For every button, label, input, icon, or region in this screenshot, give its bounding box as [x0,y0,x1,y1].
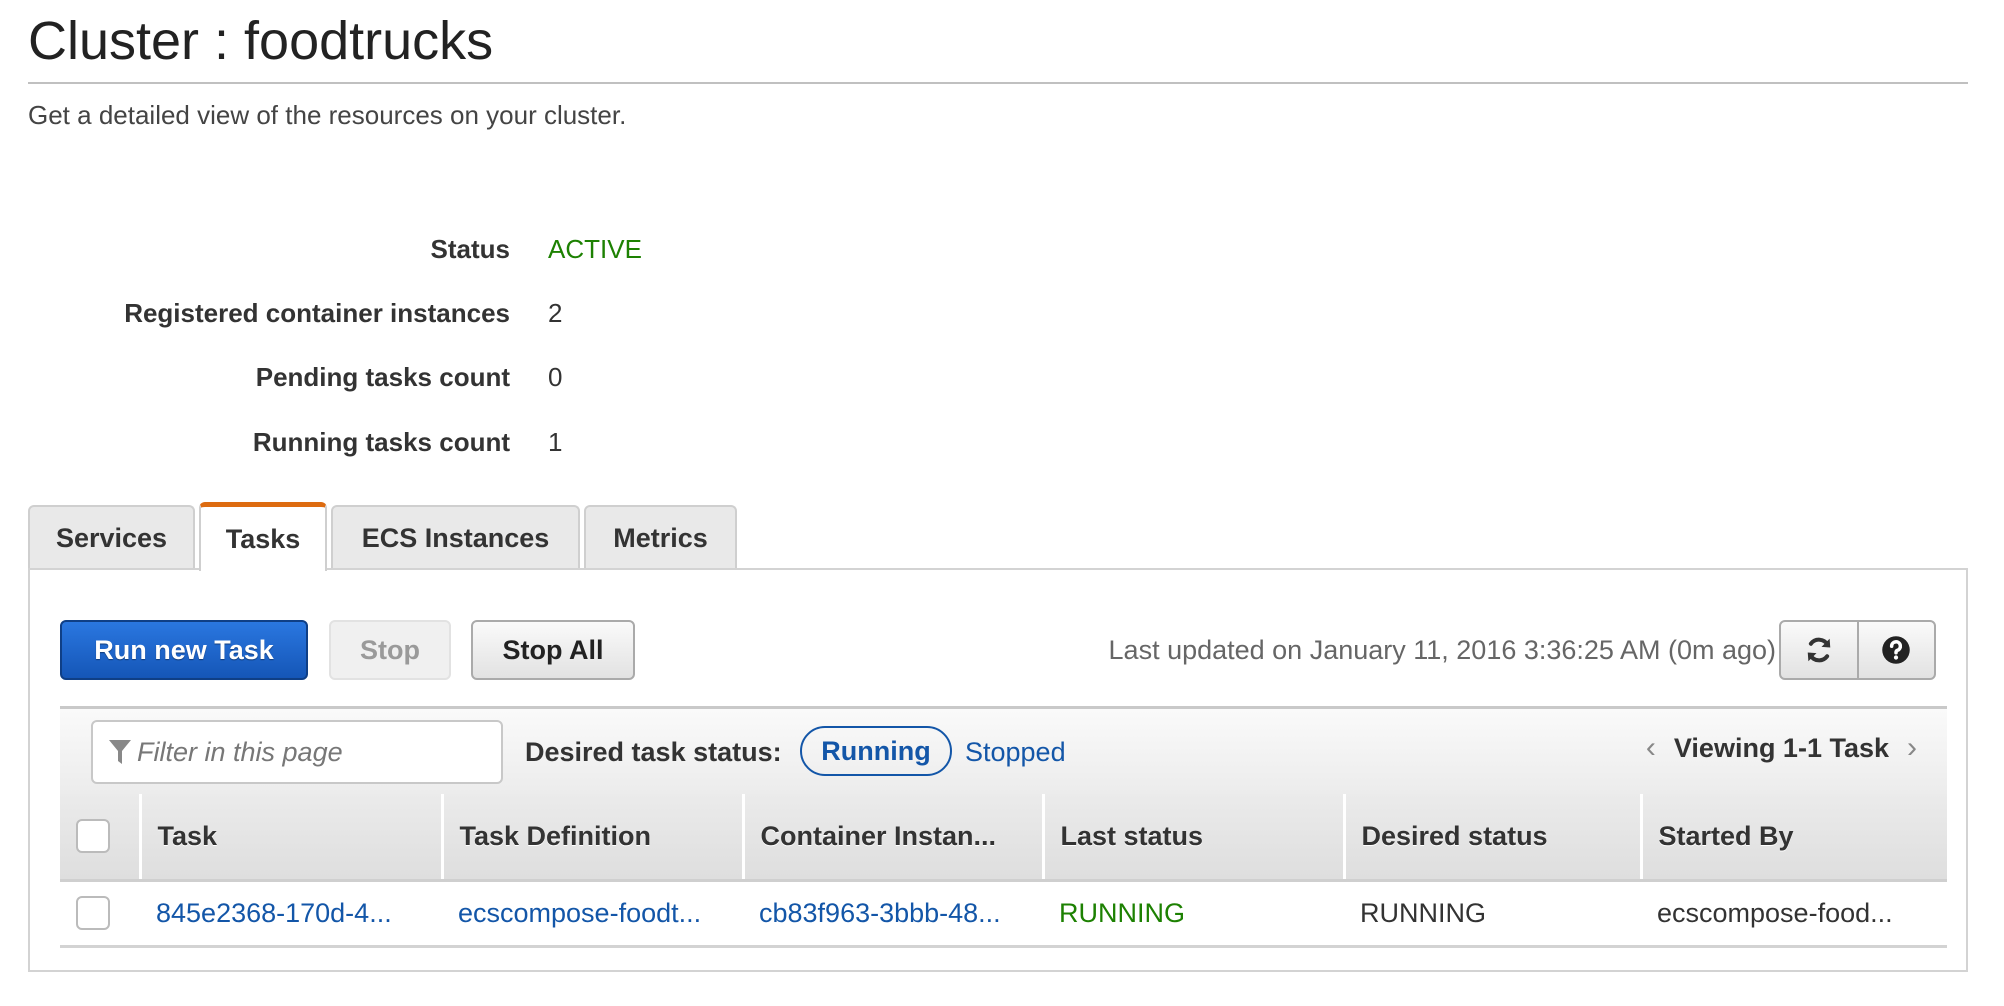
last-updated-text: Last updated on January 11, 2016 3:36:25… [1108,635,1776,665]
tab-ecs-instances[interactable]: ECS Instances [331,505,580,569]
desired-task-status-label: Desired task status: [525,737,782,767]
tab-services[interactable]: Services [28,505,195,569]
registered-instances-value: 2 [548,298,563,328]
select-all-cell [60,794,140,882]
stop-button[interactable]: Stop [329,620,451,680]
running-tasks-label: Running tasks count [252,427,510,457]
run-new-task-button[interactable]: Run new Task [60,620,308,680]
running-tasks-value: 1 [548,427,563,457]
column-header-desired-status[interactable]: Desired status [1342,794,1641,882]
refresh-icon [1807,637,1830,663]
filter-bar: Filter in this page Desired task status:… [60,706,1947,794]
registered-instances-label: Registered container instances [124,298,510,328]
table-header-row: Task Task Definition Container Instan...… [60,794,1947,882]
last-status-cell: RUNNING [1043,880,1344,948]
desired-status-cell: RUNNING [1344,880,1641,948]
pending-tasks-label: Pending tasks count [255,362,510,392]
column-header-started-by[interactable]: Started By [1639,794,1947,882]
pagination: ‹ Viewing 1-1 Task › [1646,731,1917,765]
page-title: Cluster : foodtrucks [28,11,494,71]
filter-input[interactable]: Filter in this page [91,720,503,784]
column-header-task-definition[interactable]: Task Definition [440,794,743,882]
status-label: Status [430,234,510,264]
column-header-task[interactable]: Task [138,794,442,882]
container-instance-link[interactable]: cb83f963-3bbb-48... [743,880,1043,948]
filter-icon [109,740,131,764]
column-header-last-status[interactable]: Last status [1041,794,1344,882]
toolbar-icon-group [1779,620,1936,680]
table-row: 845e2368-170d-4... ecscompose-foodt... c… [60,880,1947,948]
status-option-stopped[interactable]: Stopped [965,735,1066,769]
filter-placeholder: Filter in this page [137,736,343,767]
chevron-right-icon[interactable]: › [1907,731,1917,765]
task-definition-link[interactable]: ecscompose-foodt... [442,880,743,948]
tab-tasks[interactable]: Tasks [199,502,327,571]
pending-tasks-value: 0 [548,362,563,392]
tab-metrics[interactable]: Metrics [584,505,737,569]
row-checkbox[interactable] [76,896,110,930]
help-icon [1882,636,1910,664]
chevron-left-icon[interactable]: ‹ [1646,731,1656,765]
column-header-container-instance[interactable]: Container Instan... [741,794,1043,882]
refresh-button[interactable] [1781,622,1857,678]
stop-all-button[interactable]: Stop All [471,620,635,680]
help-button[interactable] [1856,622,1935,678]
tasks-table: Task Task Definition Container Instan...… [60,794,1947,948]
status-option-running[interactable]: Running [800,726,952,776]
viewing-count: Viewing 1-1 Task [1673,732,1889,763]
started-by-cell: ecscompose-food... [1641,880,1947,948]
select-all-checkbox[interactable] [76,819,110,854]
page-subtitle: Get a detailed view of the resources on … [28,100,627,130]
status-value: ACTIVE [548,234,642,264]
row-select-cell [60,880,140,948]
title-divider [28,82,1968,84]
task-id-link[interactable]: 845e2368-170d-4... [140,880,442,948]
